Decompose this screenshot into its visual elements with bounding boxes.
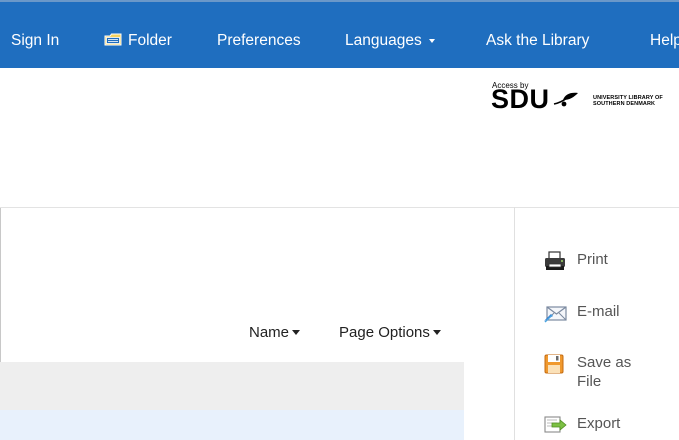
header-band: Access by SDU UNIVERSITY LIBRARY OF SOUT… [0,68,679,208]
nav-ask-library-link[interactable]: Ask the Library [486,32,589,50]
results-area: Name Page Options [0,207,514,440]
nav-languages-label: Languages [345,32,422,49]
nav-sign-in-link[interactable]: Sign In [11,32,59,50]
export-label: Export [577,415,621,432]
sort-by-name-label: Name [249,324,290,341]
page-options-label: Page Options [339,324,430,341]
app-frame: Sign In Folder Preferences Languages Ask… [0,0,679,440]
nav-help-link[interactable]: Help [650,32,679,50]
printer-icon [545,251,565,270]
nav-folder-label: Folder [128,32,172,49]
nav-preferences-link[interactable]: Preferences [217,32,301,50]
top-nav-bar: Sign In Folder Preferences Languages Ask… [0,0,679,68]
export-arrow-icon [544,416,567,433]
results-header-row [0,362,464,410]
save-as-file-label: Save as File [577,354,632,390]
results-first-row[interactable] [0,410,464,440]
caret-down-icon [432,330,441,335]
nav-languages-dropdown[interactable]: Languages [345,32,435,50]
print-label: Print [577,251,608,268]
caret-down-icon [292,330,301,335]
email-label: E-mail [577,303,620,320]
logo-line-2: SOUTHERN DENMARK [593,101,656,107]
page-options-dropdown[interactable]: Page Options [339,324,441,341]
sort-by-name-dropdown[interactable]: Name [249,324,301,341]
caret-down-icon [428,39,435,43]
leaf-icon [553,92,578,107]
institution-logo[interactable]: Access by SDU UNIVERSITY LIBRARY OF SOUT… [491,82,679,118]
floppy-disk-icon [544,354,564,374]
folder-icon [104,33,122,46]
envelope-icon [544,306,567,323]
logo-brand: SDU [491,84,550,114]
tools-sidebar: Print E-mail Save as File Export [515,207,679,440]
nav-folder-link[interactable]: Folder [104,32,172,50]
